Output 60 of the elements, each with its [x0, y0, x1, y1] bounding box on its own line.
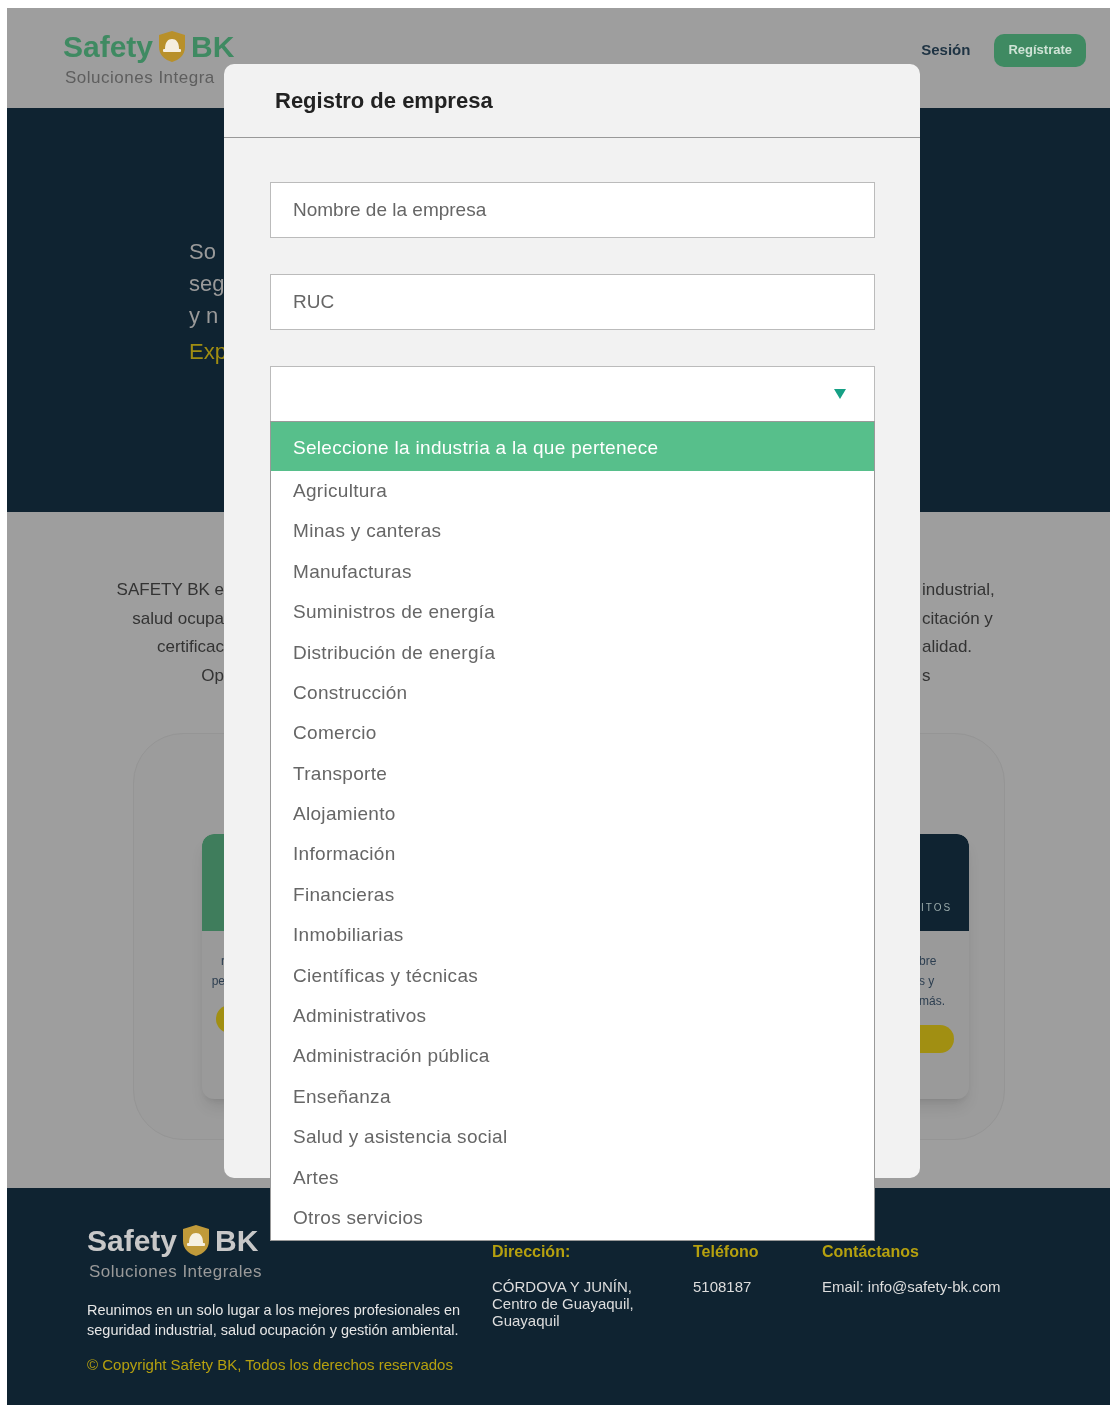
login-link[interactable]: Sesión — [921, 38, 971, 62]
shield-helmet-icon — [157, 30, 188, 63]
hero-text: y n — [189, 302, 219, 330]
logo-word: BK — [191, 31, 235, 62]
dropdown-option[interactable]: Comercio — [271, 713, 874, 754]
footer-text: Guayaquil — [492, 1312, 561, 1329]
register-button[interactable]: Regístrate — [994, 33, 1086, 67]
card-text: pe — [211, 973, 225, 990]
dropdown-option[interactable]: Minas y canteras — [271, 511, 874, 552]
dropdown-option[interactable]: Suministros de energía — [271, 592, 874, 633]
card-text: bre — [919, 953, 938, 970]
modal-title: Registro de empresa — [275, 87, 493, 115]
dropdown-option[interactable]: Manufacturas — [271, 551, 874, 593]
footer-heading: Dirección: — [492, 1242, 572, 1262]
about-text: alidad. — [922, 636, 974, 658]
about-text: SAFETY BK e — [116, 579, 224, 601]
card-text: s y — [919, 973, 936, 990]
industry-select[interactable] — [270, 366, 875, 422]
about-text: certificac — [156, 636, 224, 658]
text-field[interactable]: Nombre de la empresa — [270, 182, 875, 238]
caret-icon — [834, 389, 846, 399]
footer-heading: Teléfono — [693, 1242, 760, 1262]
hero-text: So — [189, 238, 216, 266]
dropdown-option[interactable]: Distribución de energía — [271, 632, 874, 673]
footer-text: 5108187 — [693, 1278, 753, 1295]
dropdown-option[interactable]: Alojamiento — [271, 794, 874, 835]
logo-word: BK — [215, 1225, 259, 1256]
dropdown-option[interactable]: Construcción — [271, 672, 874, 714]
hero-text: seg — [189, 270, 225, 298]
copyright-text: © Copyright Safety BK, Todos los derechos reservados — [87, 1355, 454, 1375]
about-text: Op — [201, 664, 224, 687]
dropdown-option[interactable]: Salud y asistencia social — [271, 1117, 874, 1158]
dropdown-option[interactable]: Enseñanza — [271, 1076, 874, 1118]
shield-helmet-icon — [181, 1224, 212, 1257]
about-text: s — [922, 664, 932, 687]
logo-tagline: Soluciones Integra — [65, 69, 216, 86]
logo-tagline: Soluciones Integrales — [89, 1263, 264, 1280]
footer-text: Email: info@safety-bk.com — [822, 1278, 1001, 1295]
dropdown-option[interactable]: Inmobiliarias — [271, 915, 874, 956]
dropdown-option[interactable]: Artes — [271, 1157, 874, 1199]
dropdown-option[interactable]: Científicas y técnicas — [271, 955, 874, 997]
card-text: más. — [919, 993, 946, 1010]
card-label: ITOS — [921, 901, 953, 915]
dropdown-option[interactable]: Información — [271, 834, 874, 875]
dropdown-option[interactable]: Transporte — [271, 753, 874, 795]
about-text: salud ocupa — [132, 607, 224, 630]
about-text: industrial, — [922, 579, 995, 601]
dropdown-option[interactable]: Financieras — [271, 874, 874, 916]
logo-word: Safety — [63, 31, 154, 62]
dropdown-option[interactable]: Otros servicios — [271, 1198, 874, 1239]
dropdown-option[interactable]: Administración pública — [271, 1036, 874, 1077]
footer-description: Reunimos en un solo lugar a los mejores profesionales en seguridad industrial, salud ocupación y gestión ambiental. — [87, 1301, 462, 1340]
about-text: citación y — [922, 607, 994, 630]
dropdown-option[interactable]: Administrativos — [271, 996, 874, 1037]
footer-text: Centro de Guayaquil, — [492, 1295, 635, 1312]
footer-text: CÓRDOVA Y JUNÍN, — [492, 1278, 634, 1295]
dropdown-option[interactable]: Agricultura — [271, 471, 874, 512]
text-field[interactable]: RUC — [270, 274, 875, 330]
logo-word: Safety — [87, 1225, 178, 1256]
footer-heading: Contáctanos — [822, 1242, 920, 1262]
